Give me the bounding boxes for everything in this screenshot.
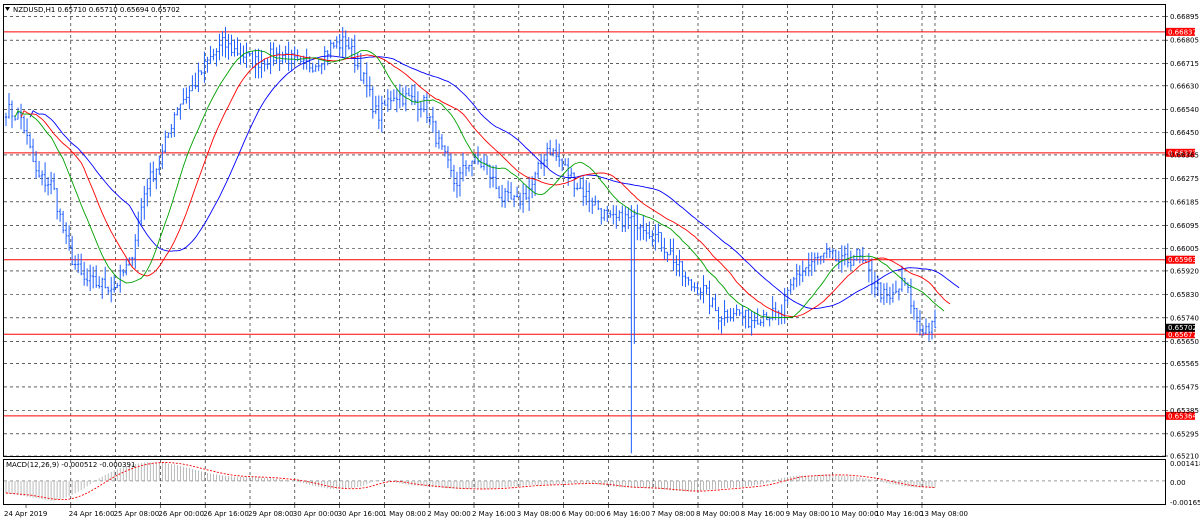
x-tick-label: 25 Apr 08:00 [114,510,160,518]
x-tick-label: 30 Apr 00:00 [293,510,339,518]
x-tick-label: 13 May 08:00 [920,510,968,518]
y-tick-label: 0.66095 [1170,222,1199,230]
x-tick-label: 24 Apr 16:00 [69,510,115,518]
macd-title: MACD(12,26,9) -0.000512 -0.000391 [6,461,135,469]
y-tick-label: 0.66275 [1170,175,1199,183]
y-tick-label: 0.66450 [1170,129,1199,137]
y-tick-label: 0.65740 [1170,314,1199,322]
y-tick-label: 0.65475 [1170,383,1199,391]
y-tick-label: 0.66365 [1170,151,1199,159]
y-tick-label: 0.65830 [1170,291,1199,299]
x-tick-label: 30 Apr 16:00 [338,510,384,518]
y-tick-label: 0.66715 [1170,60,1199,68]
x-tick-label: 9 May 08:00 [786,510,830,518]
x-tick-label: 8 May 16:00 [741,510,785,518]
x-tick-label: 6 May 16:00 [606,510,650,518]
level-price-label: 0.65963 [1168,256,1197,264]
x-tick-label: 1 May 08:00 [382,510,426,518]
x-tick-label: 24 Apr 2019 [4,510,47,518]
x-tick-label: 7 May 08:00 [651,510,695,518]
y-tick-label: 0.65295 [1170,430,1199,438]
x-tick-label: 3 May 08:00 [517,510,561,518]
macd-label-zero: 0.00 [1170,479,1186,487]
y-tick-label: 0.66185 [1170,198,1199,206]
macd-label-bottom: -0.001651 [1170,499,1200,507]
x-tick-label: 8 May 00:00 [696,510,740,518]
level-price-label: 0.66837 [1168,28,1197,36]
chart-window[interactable]: 0.668370.663730.659630.656770.653640.657… [0,0,1200,523]
x-tick-label: 26 Apr 16:00 [203,510,249,518]
x-tick-label: 10 May 16:00 [875,510,923,518]
main-plot-area[interactable] [3,4,1166,457]
y-tick-label: 0.65920 [1170,267,1199,275]
macd-plot-area[interactable] [3,459,1166,505]
y-tick-label: 0.66805 [1170,37,1199,45]
y-tick-label: 0.65385 [1170,407,1199,415]
y-tick-label: 0.65565 [1170,360,1199,368]
y-tick-label: 0.66540 [1170,106,1199,114]
x-tick-label: 10 May 00:00 [830,510,878,518]
x-tick-label: 6 May 00:00 [562,510,606,518]
chart-title: NZDUSD,H1 0.65710 0.65710 0.65694 0.6570… [13,6,180,14]
y-tick-label: 0.66630 [1170,82,1199,90]
macd-label-top: 0.001418 [1170,460,1200,468]
y-tick-label: 0.65650 [1170,338,1199,346]
current-price-label: 0.65702 [1168,324,1197,332]
y-tick-label: 0.66005 [1170,245,1199,253]
x-tick-label: 2 May 00:00 [427,510,471,518]
x-tick-label: 2 May 16:00 [472,510,516,518]
x-tick-label: 26 Apr 00:00 [158,510,204,518]
x-tick-label: 29 Apr 08:00 [248,510,294,518]
y-tick-label: 0.66895 [1170,13,1199,21]
